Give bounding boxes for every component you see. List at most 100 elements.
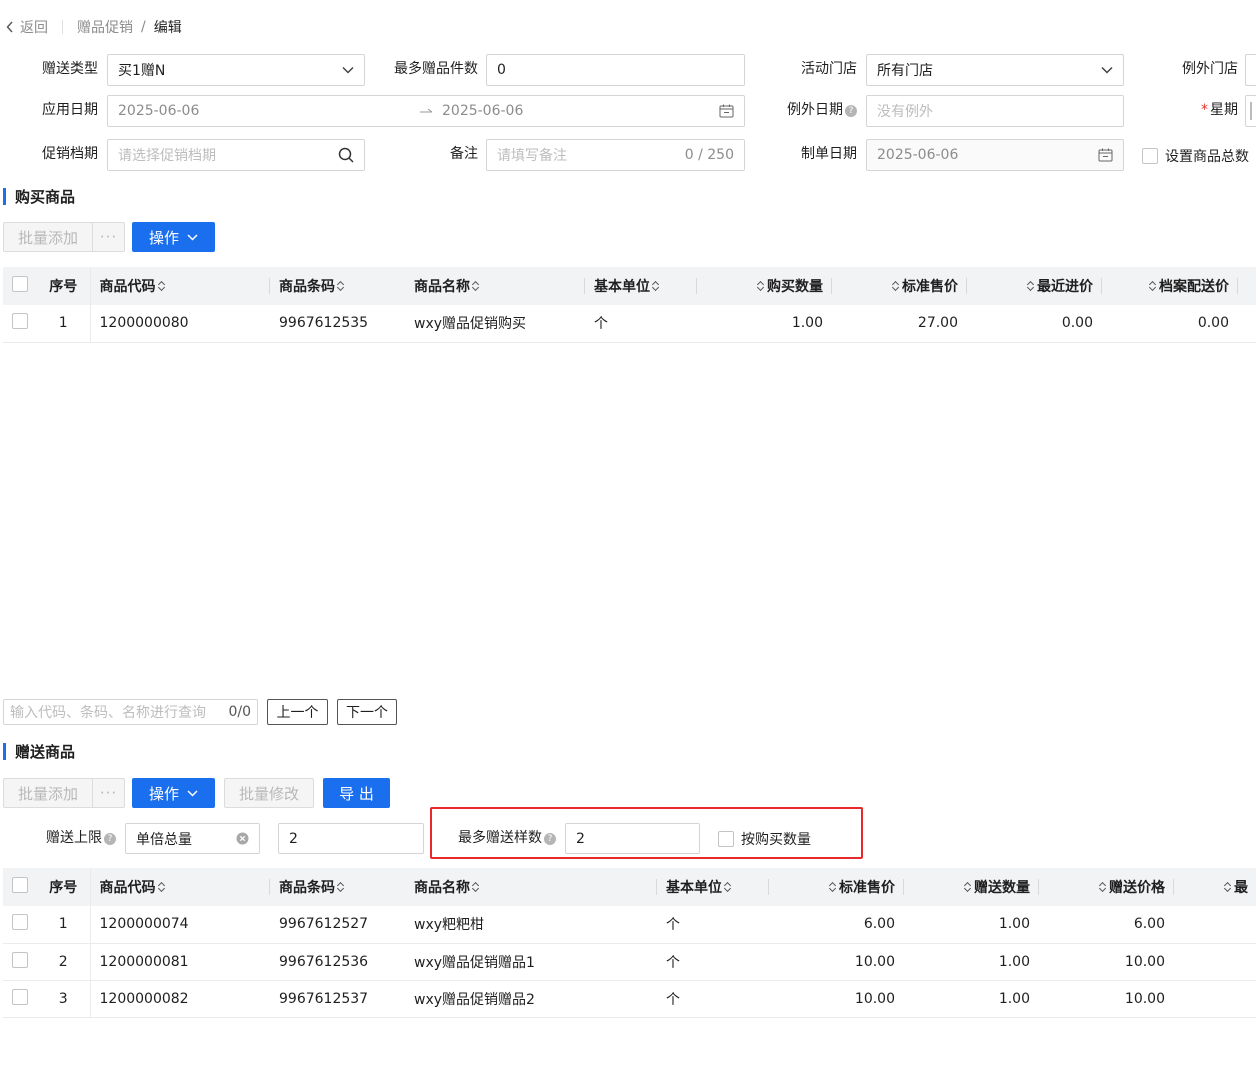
gift-type-select[interactable]: 买1赠N [107,54,365,86]
apply-date-range[interactable]: 2025-06-06 2025-06-06 [107,95,745,127]
row-checkbox[interactable] [12,951,28,968]
row-extra [1174,943,1256,981]
table-search-input[interactable]: 输入代码、条码、名称进行查询 0/0 [3,699,258,725]
col-gift-price[interactable]: 赠送价格 [1039,868,1174,906]
weekday-select[interactable] [1245,95,1256,127]
promo-period-input[interactable]: 请选择促销档期 [107,139,365,171]
purchase-more-button[interactable]: ··· [93,222,125,252]
max-gift-types-input[interactable]: 2 [565,823,700,854]
col-dist-price[interactable]: 档案配送价 [1102,267,1256,305]
gift-limit-value-input[interactable]: 2 [278,823,424,854]
table-row[interactable]: 3 1200000082 9967612537 wxy赠品促销赠品2 个 10.… [3,980,1256,1018]
sort-icon[interactable] [1149,280,1157,292]
col-price-label: 标准售价 [839,880,895,896]
sort-icon[interactable] [829,881,837,893]
help-icon[interactable]: ? [845,105,857,117]
by-purchase-option[interactable]: 按购买数量 [718,829,811,849]
row-checkbox-cell[interactable] [3,943,37,981]
sort-icon[interactable] [1027,280,1035,292]
remark-input[interactable]: 请填写备注 0 / 250 [486,139,745,171]
sort-icon[interactable] [757,280,765,292]
col-price[interactable]: 标准售价 [769,868,904,906]
col-last-cost[interactable]: 最近进价 [967,267,1102,305]
sort-icon[interactable] [1099,881,1107,893]
select-all-checkbox[interactable] [12,877,28,893]
sort-icon[interactable] [337,280,345,292]
row-gift-qty[interactable]: 1.00 [904,943,1039,981]
sort-icon[interactable] [724,881,732,893]
row-gift-qty[interactable]: 1.00 [904,980,1039,1018]
col-max-truncated[interactable]: 最 [1174,868,1256,906]
sort-icon[interactable] [337,881,345,893]
purchase-operate-button[interactable]: 操作 [132,222,215,252]
row-checkbox-cell[interactable] [3,980,37,1018]
row-checkbox[interactable] [12,914,28,931]
help-icon[interactable]: ? [104,833,116,845]
sort-icon[interactable] [472,280,480,292]
remark-placeholder: 请填写备注 [497,148,567,164]
row-gift-price[interactable]: 10.00 [1039,943,1174,981]
apply-date-start: 2025-06-06 [118,103,200,119]
next-match-button[interactable]: 下一个 [337,699,397,725]
col-name[interactable]: 商品名称 [405,267,585,305]
max-gift-count-input[interactable]: 0 [486,54,745,86]
sort-icon[interactable] [472,881,480,893]
gift-limit-label-text: 赠送上限 [46,830,102,846]
back-link[interactable]: 返回 [6,17,48,37]
row-unit: 个 [657,943,769,981]
col-name[interactable]: 商品名称 [405,868,657,906]
table-row[interactable]: 2 1200000081 9967612536 wxy赠品促销赠品1 个 10.… [3,943,1256,981]
set-total-option[interactable]: 设置商品总数 [1142,146,1249,166]
purchase-batch-add-button[interactable]: 批量添加 [3,222,93,252]
exception-date-label: 例外日期? [760,95,857,125]
sort-icon[interactable] [652,280,660,292]
select-all-checkbox-cell[interactable] [3,267,37,305]
col-barcode[interactable]: 商品条码 [270,267,405,305]
row-checkbox-cell[interactable] [3,305,37,343]
table-row[interactable]: 1 1200000080 9967612535 wxy赠品促销购买 个 1.00… [3,305,1256,343]
row-gift-price[interactable]: 6.00 [1039,906,1174,944]
row-code: 1200000082 [90,980,270,1018]
row-checkbox-cell[interactable] [3,906,37,944]
order-date-input[interactable]: 2025-06-06 [866,139,1124,171]
sort-icon[interactable] [1224,881,1232,893]
col-code[interactable]: 商品代码 [90,267,270,305]
exception-date-input[interactable]: 没有例外 [866,95,1124,127]
search-icon[interactable] [338,147,354,163]
col-qty[interactable]: 购买数量 [697,267,832,305]
row-checkbox[interactable] [12,988,28,1005]
sort-icon[interactable] [892,280,900,292]
select-all-checkbox[interactable] [12,276,28,292]
col-unit[interactable]: 基本单位 [657,868,769,906]
col-barcode-label: 商品条码 [279,279,335,295]
breadcrumb-parent[interactable]: 赠品促销 [77,17,133,37]
prev-match-button[interactable]: 上一个 [267,699,328,725]
table-row[interactable]: 1 1200000074 9967612527 wxy粑粑柑 个 6.00 1.… [3,906,1256,944]
clear-icon[interactable] [236,832,249,845]
col-gift-qty[interactable]: 赠送数量 [904,868,1039,906]
gift-batch-edit-button[interactable]: 批量修改 [224,778,314,808]
sort-icon[interactable] [964,881,972,893]
set-total-label: 设置商品总数 [1165,149,1249,165]
col-code[interactable]: 商品代码 [90,868,270,906]
row-gift-price[interactable]: 10.00 [1039,980,1174,1018]
gift-export-button[interactable]: 导 出 [323,778,390,808]
by-purchase-checkbox[interactable] [718,831,734,847]
col-price[interactable]: 标准售价 [832,267,967,305]
gift-more-button[interactable]: ··· [93,778,125,808]
help-icon[interactable]: ? [544,833,556,845]
gift-operate-button[interactable]: 操作 [132,778,215,808]
sort-icon[interactable] [158,881,166,893]
gift-limit-type-select[interactable]: 单倍总量 [125,823,260,854]
row-checkbox[interactable] [12,313,28,330]
col-unit[interactable]: 基本单位 [585,267,697,305]
set-total-checkbox[interactable] [1142,148,1158,164]
row-qty[interactable]: 1.00 [697,305,832,343]
select-all-checkbox-cell[interactable] [3,868,37,906]
sort-icon[interactable] [158,280,166,292]
exception-store-select[interactable] [1245,54,1256,86]
store-select[interactable]: 所有门店 [866,54,1124,86]
gift-batch-add-button[interactable]: 批量添加 [3,778,93,808]
row-gift-qty[interactable]: 1.00 [904,906,1039,944]
col-barcode[interactable]: 商品条码 [270,868,405,906]
